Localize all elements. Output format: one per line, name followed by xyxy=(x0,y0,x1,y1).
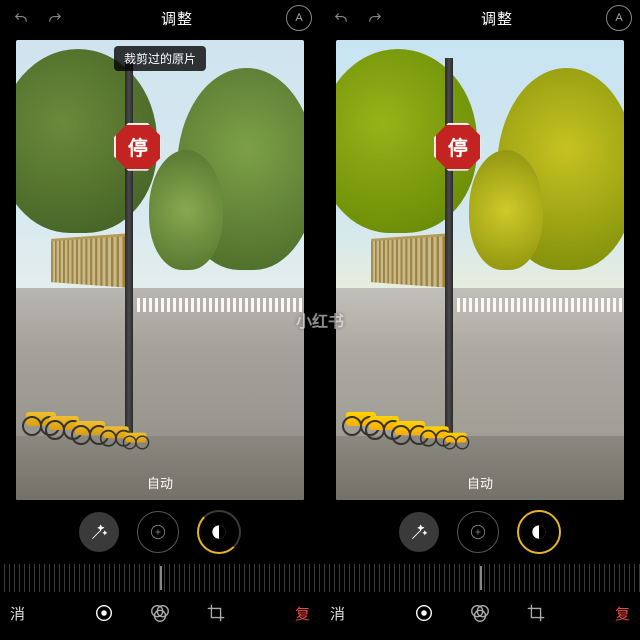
adjust-tools-row xyxy=(0,506,320,558)
tab-crop-icon[interactable] xyxy=(205,602,227,624)
adjust-dial[interactable] xyxy=(320,564,640,592)
original-badge: 裁剪过的原片 xyxy=(114,46,206,71)
markup-icon[interactable]: A xyxy=(606,5,632,31)
editor-pane-original: 调整 A 停 裁剪 xyxy=(0,0,320,640)
redo-icon[interactable] xyxy=(362,5,388,31)
auto-enhance-button[interactable] xyxy=(79,512,119,552)
adjust-dial[interactable] xyxy=(0,564,320,592)
auto-enhance-button[interactable] xyxy=(399,512,439,552)
tab-adjust-icon[interactable] xyxy=(413,602,435,624)
photo-preview[interactable]: 停 xyxy=(16,40,304,500)
tab-filters-icon[interactable] xyxy=(149,602,171,624)
filters-button-active[interactable] xyxy=(517,510,561,554)
tab-crop-icon[interactable] xyxy=(525,602,547,624)
page-title: 调整 xyxy=(161,8,193,29)
bottom-tab-row: 消 复 xyxy=(0,596,320,630)
top-toolbar: 调整 A xyxy=(0,0,320,36)
lamp-post xyxy=(445,58,453,444)
lamp-post xyxy=(125,58,133,444)
bottom-tab-row: 消 复 xyxy=(320,596,640,630)
undo-icon[interactable] xyxy=(328,5,354,31)
adjust-name-label: 自动 xyxy=(467,473,493,492)
cancel-button[interactable]: 消 xyxy=(10,603,30,624)
undo-icon[interactable] xyxy=(8,5,34,31)
cancel-button[interactable]: 消 xyxy=(330,603,350,624)
tab-filters-icon[interactable] xyxy=(469,602,491,624)
page-title: 调整 xyxy=(481,8,513,29)
reset-button[interactable]: 复 xyxy=(290,603,310,624)
top-toolbar: 调整 A xyxy=(320,0,640,36)
exposure-button[interactable] xyxy=(137,511,179,553)
filters-button-active[interactable] xyxy=(197,510,241,554)
markup-icon[interactable]: A xyxy=(286,5,312,31)
adjust-name-label: 自动 xyxy=(147,473,173,492)
tab-adjust-icon[interactable] xyxy=(93,602,115,624)
editor-pane-edited: 调整 A 停 自动 xyxy=(320,0,640,640)
reset-button[interactable]: 复 xyxy=(610,603,630,624)
stop-sign: 停 xyxy=(114,123,158,167)
redo-icon[interactable] xyxy=(42,5,68,31)
stop-sign: 停 xyxy=(434,123,478,167)
adjust-tools-row xyxy=(320,506,640,558)
exposure-button[interactable] xyxy=(457,511,499,553)
photo-preview[interactable]: 停 xyxy=(336,40,624,500)
